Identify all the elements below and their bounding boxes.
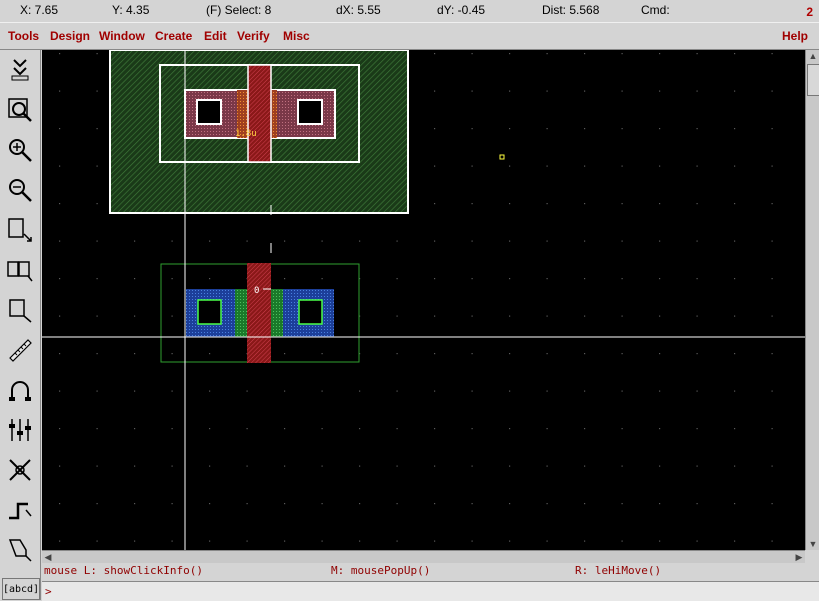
ruler-icon	[9, 339, 32, 362]
zoom-out-icon	[9, 179, 32, 202]
save-icon	[11, 59, 29, 81]
move-button[interactable]	[3, 292, 37, 328]
zoom-in-button[interactable]	[3, 132, 37, 168]
y-coordinate: Y: 4.35	[112, 3, 150, 17]
undo-icon	[9, 381, 31, 401]
polygon-icon	[8, 539, 32, 562]
status-bar: X: 7.65 Y: 4.35 (F) Select: 8 dX: 5.55 d…	[0, 0, 819, 20]
poly-gate-bottom	[247, 263, 271, 363]
scroll-down-arrow-icon[interactable]: ▼	[806, 538, 819, 550]
stretch-icon	[8, 218, 32, 242]
device-label-top: 1.8u	[235, 129, 257, 139]
vertical-scroll-thumb[interactable]	[807, 64, 819, 96]
undo-button[interactable]	[3, 372, 37, 408]
scroll-up-arrow-icon[interactable]: ▲	[806, 50, 819, 62]
contact-left-top	[196, 99, 222, 125]
horizontal-scrollbar[interactable]: ◀ ▶	[42, 550, 805, 563]
zoom-in-icon	[9, 139, 32, 162]
dx-value: dX: 5.55	[336, 3, 381, 17]
command-line-input[interactable]: >	[42, 581, 819, 601]
scroll-left-arrow-icon[interactable]: ◀	[42, 551, 54, 563]
menu-help[interactable]: Help	[782, 29, 808, 43]
menu-edit[interactable]: Edit	[204, 29, 227, 43]
mouse-middle-binding: M: mousePopUp()	[331, 564, 431, 577]
menu-bar: Tools Design Window Create Edit Verify M…	[0, 22, 819, 50]
menu-design[interactable]: Design	[50, 29, 90, 43]
pmos-transistor[interactable]: 1.8u	[109, 50, 409, 214]
menu-verify[interactable]: Verify	[237, 29, 270, 43]
path-icon	[9, 502, 32, 520]
device-label-bottom: 0	[254, 286, 259, 296]
label-tool-button[interactable]: [abcd]	[2, 578, 40, 600]
copy-button[interactable]	[3, 252, 37, 288]
menu-misc[interactable]: Misc	[283, 29, 310, 43]
left-toolbar	[0, 50, 41, 600]
move-icon	[9, 299, 32, 323]
path-button[interactable]	[3, 492, 37, 528]
copy-icon	[7, 261, 33, 282]
polygon-button[interactable]	[3, 532, 37, 568]
poly-gate-top	[247, 64, 272, 163]
mouse-binding-bar: mouse L: showClickInfo() M: mousePopUp()…	[42, 563, 819, 579]
zoom-out-button[interactable]	[3, 172, 37, 208]
mouse-left-binding: mouse L: showClickInfo()	[44, 564, 203, 577]
layout-canvas[interactable]: 1.8u 0	[42, 50, 805, 550]
command-prompt: >	[45, 585, 52, 598]
menu-window[interactable]: Window	[99, 29, 145, 43]
scroll-right-arrow-icon[interactable]: ▶	[793, 551, 805, 563]
mouse-right-binding: R: leHiMove()	[575, 564, 662, 577]
menu-create[interactable]: Create	[155, 29, 192, 43]
property-button[interactable]	[3, 412, 37, 448]
contact-right-top	[297, 99, 323, 125]
property-icon	[9, 419, 31, 441]
contact-left-bottom	[197, 299, 222, 325]
delete-button[interactable]	[3, 452, 37, 488]
delete-icon	[9, 459, 31, 481]
stretch-button[interactable]	[3, 212, 37, 248]
distance-value: Dist: 5.568	[542, 3, 600, 17]
menu-tools[interactable]: Tools	[8, 29, 39, 43]
contact-right-bottom	[298, 299, 323, 325]
ruler-button[interactable]	[3, 332, 37, 368]
layout-drawing: 1.8u 0	[42, 50, 805, 550]
command-label: Cmd:	[641, 3, 670, 17]
vertical-scrollbar[interactable]: ▲ ▼	[805, 50, 819, 550]
fit-icon	[8, 98, 32, 122]
select-count: (F) Select: 8	[206, 3, 272, 17]
dy-value: dY: -0.45	[437, 3, 486, 17]
fit-button[interactable]	[3, 92, 37, 128]
x-coordinate: X: 7.65	[20, 3, 59, 17]
save-button[interactable]	[3, 52, 37, 88]
window-number: 2	[806, 5, 813, 19]
